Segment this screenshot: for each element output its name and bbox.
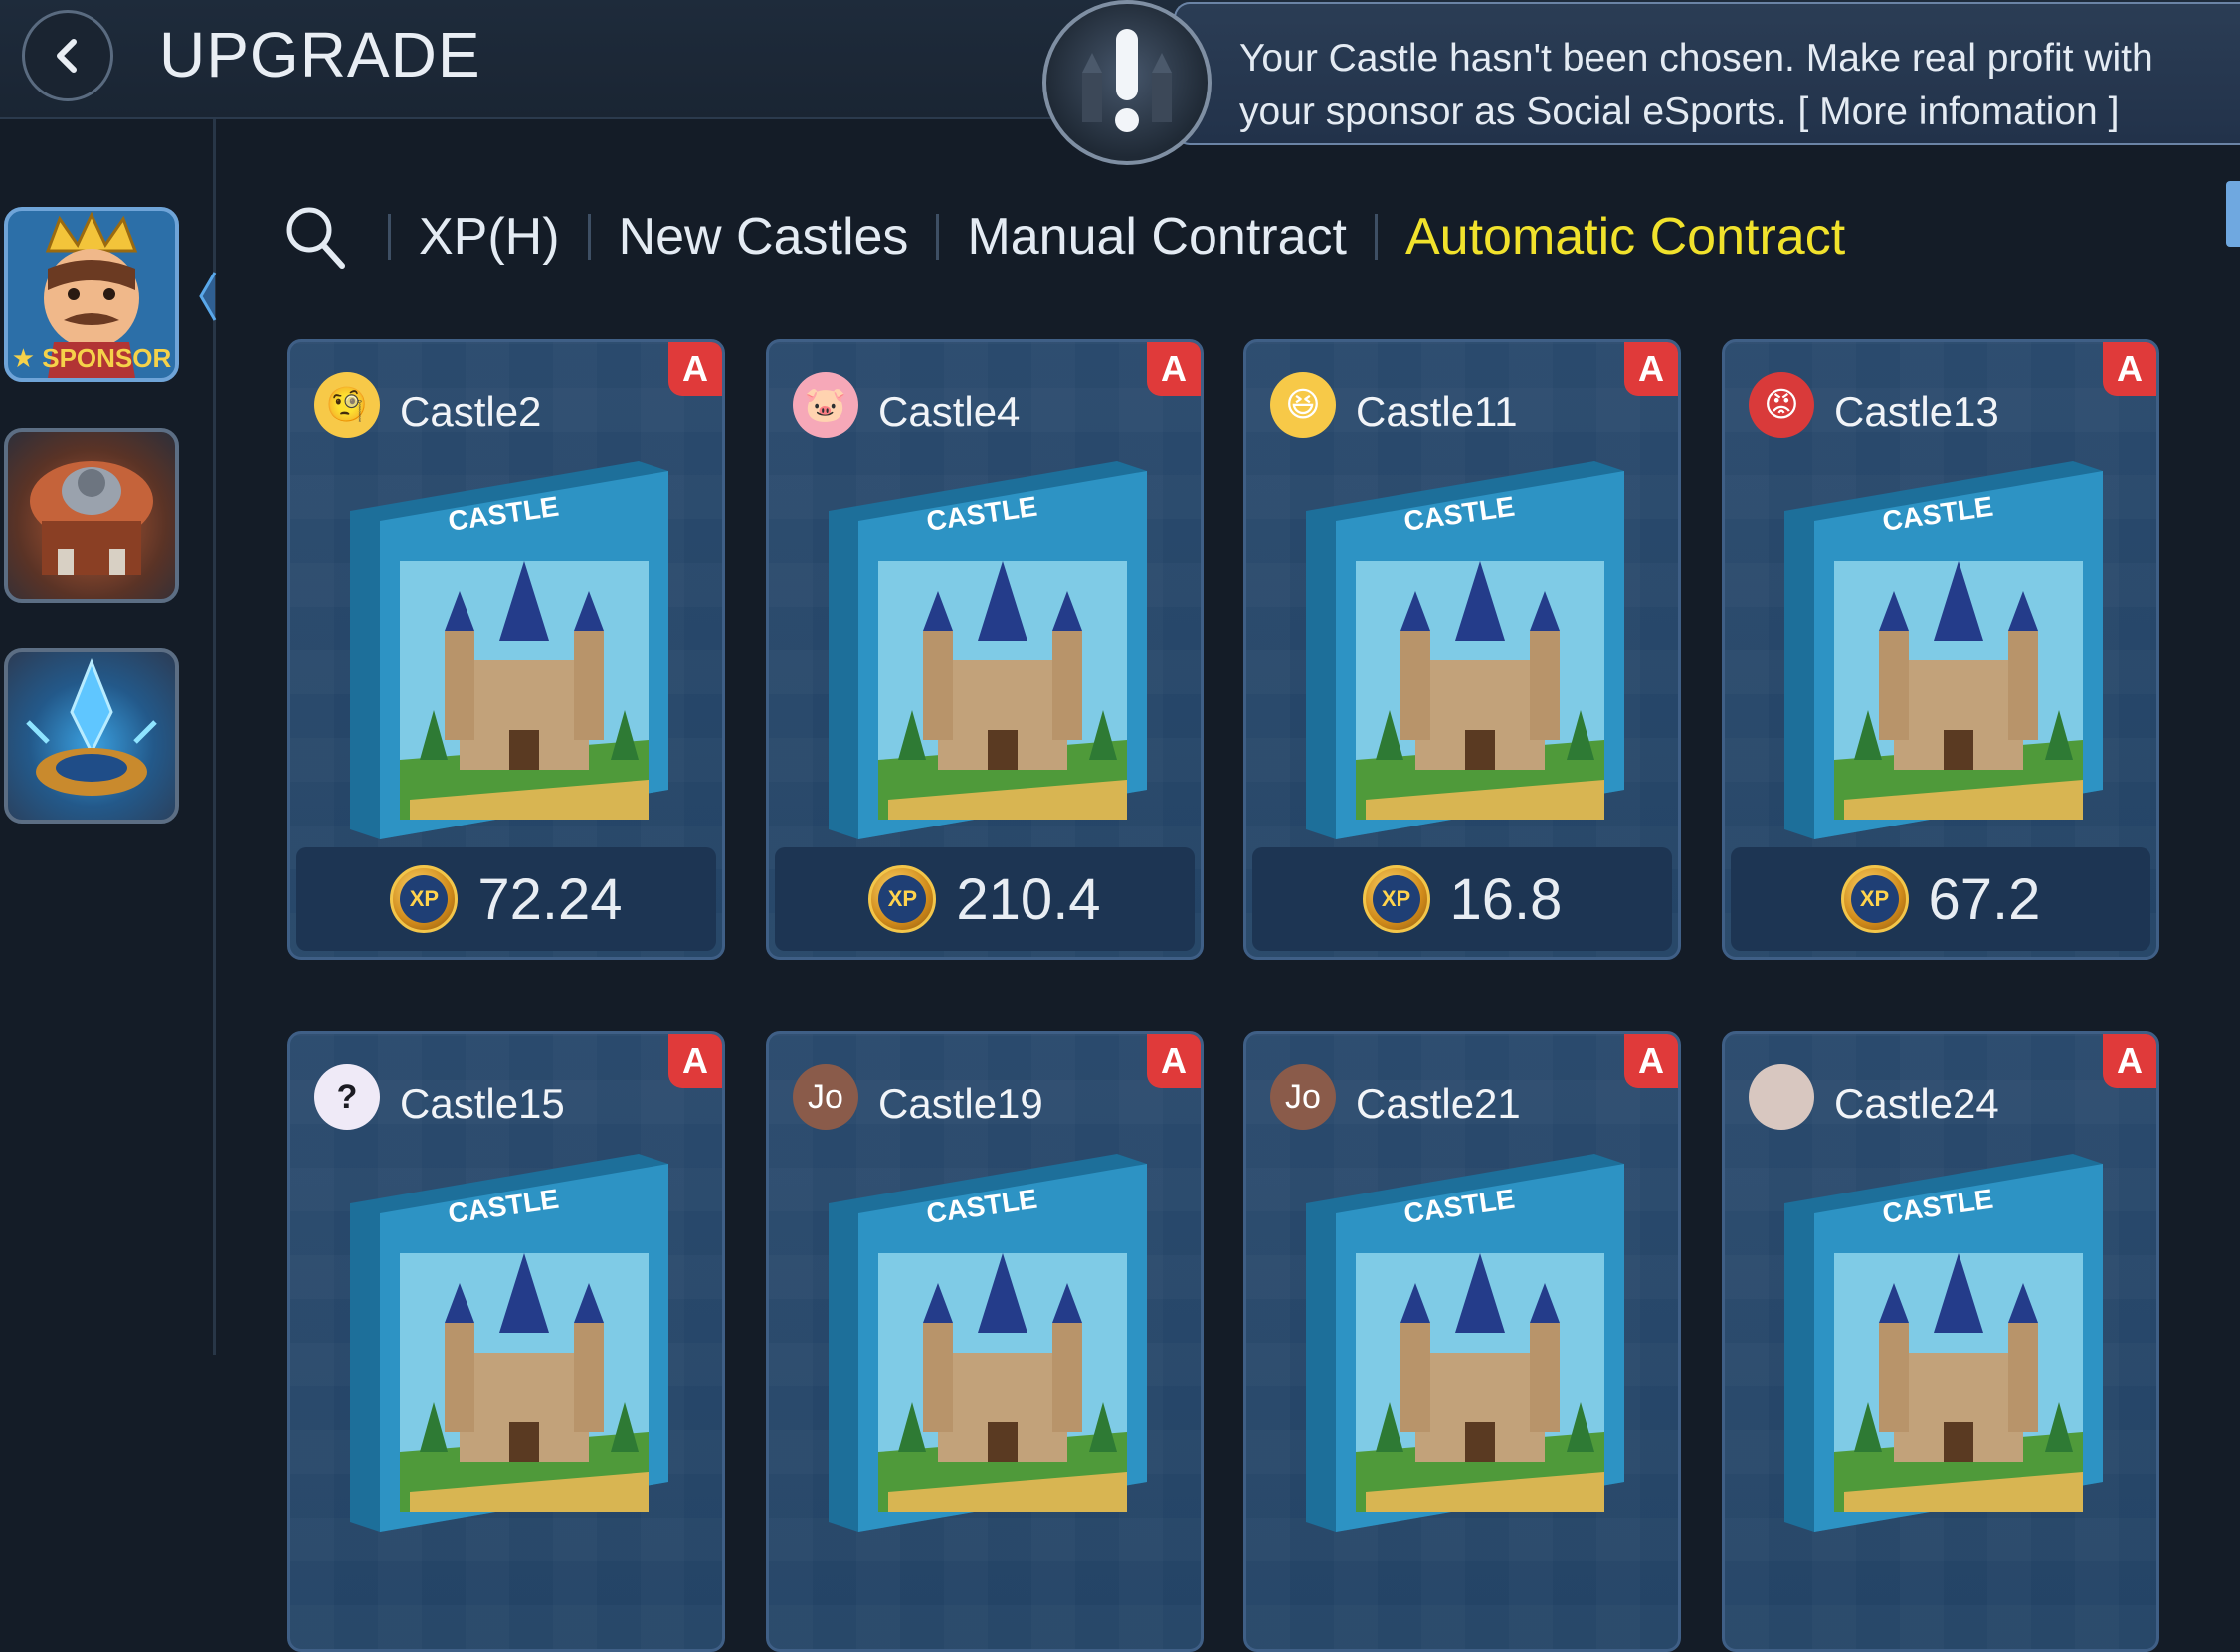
auto-contract-badge: A bbox=[2103, 1034, 2156, 1088]
scrollbar-thumb[interactable] bbox=[2226, 181, 2240, 247]
price-panel: XP 72.24 bbox=[296, 847, 716, 951]
castle-name: Castle4 bbox=[878, 388, 1021, 435]
owner-avatar: ? bbox=[314, 1064, 380, 1130]
price-panel: XP 16.8 bbox=[1252, 847, 1672, 951]
filter-separator bbox=[587, 214, 591, 260]
cannon-tower-icon bbox=[30, 461, 153, 575]
castle-name: Castle15 bbox=[400, 1080, 565, 1127]
sidebar-item-crystal[interactable] bbox=[4, 648, 179, 824]
filter-separator bbox=[1374, 214, 1378, 260]
price-panel: XP 67.2 bbox=[1731, 847, 2150, 951]
xp-coin-label: XP bbox=[1850, 875, 1899, 923]
auto-contract-badge: A bbox=[1624, 1034, 1678, 1088]
castle-box-art: CASTLE bbox=[350, 1154, 668, 1532]
castle-box-art: CASTLE bbox=[829, 1154, 1147, 1532]
castle-card[interactable]: 😆 Castle11 A CASTLE XP 16.8 bbox=[1243, 339, 1681, 960]
price-value: 72.24 bbox=[477, 866, 623, 932]
castle-card[interactable]: 🐷 Castle4 A CASTLE XP 210.4 bbox=[766, 339, 1204, 960]
page-title: UPGRADE bbox=[159, 19, 481, 91]
castle-card[interactable]: 😡 Castle13 A CASTLE XP 67.2 bbox=[1722, 339, 2159, 960]
castle-name: Castle11 bbox=[1356, 388, 1518, 435]
xp-coin-icon: XP bbox=[868, 865, 937, 933]
owner-avatar: 🧐 bbox=[314, 372, 380, 438]
castle-box-art: CASTLE bbox=[1784, 461, 2103, 839]
castle-box-art: CASTLE bbox=[1306, 461, 1624, 839]
crystal-tower-icon bbox=[26, 657, 157, 796]
castle-card[interactable]: ? Castle15 A CASTLE bbox=[287, 1031, 725, 1652]
auto-contract-badge: A bbox=[1147, 342, 1201, 396]
castle-card[interactable]: 🧐 Castle2 A CASTLE XP 72.24 bbox=[287, 339, 725, 960]
tab-manual-contract[interactable]: Manual Contract bbox=[967, 207, 1347, 267]
auto-contract-badge: A bbox=[668, 1034, 722, 1088]
castle-name: Castle2 bbox=[400, 388, 542, 435]
castle-name: Castle21 bbox=[1356, 1080, 1521, 1127]
auto-contract-badge: A bbox=[668, 342, 722, 396]
castle-card[interactable]: Jo Castle19 A CASTLE bbox=[766, 1031, 1204, 1652]
chevron-left-icon bbox=[57, 39, 77, 73]
castle-box-art: CASTLE bbox=[1784, 1154, 2103, 1532]
owner-avatar: 🐷 bbox=[793, 372, 858, 438]
castle-box-art: CASTLE bbox=[1306, 1154, 1624, 1532]
filter-separator bbox=[936, 214, 940, 260]
search-icon[interactable] bbox=[282, 202, 348, 272]
auto-contract-badge: A bbox=[1147, 1034, 1201, 1088]
price-value: 67.2 bbox=[1928, 866, 2041, 932]
xp-coin-label: XP bbox=[400, 875, 449, 923]
owner-avatar: Jo bbox=[1270, 1064, 1336, 1130]
xp-coin-icon: XP bbox=[1362, 865, 1430, 933]
sidebar-item-sponsor[interactable]: ★ SPONSOR bbox=[4, 207, 179, 382]
castle-name: Castle13 bbox=[1834, 388, 1999, 435]
xp-coin-icon: XP bbox=[1840, 865, 1909, 933]
tab-new-castles[interactable]: New Castles bbox=[619, 207, 909, 267]
castle-card[interactable]: Jo Castle21 A CASTLE bbox=[1243, 1031, 1681, 1652]
castle-box-art: CASTLE bbox=[350, 461, 668, 839]
tab-automatic-contract[interactable]: Automatic Contract bbox=[1405, 207, 1845, 267]
filter-bar: XP(H) New Castles Manual Contract Automa… bbox=[282, 195, 1845, 278]
owner-avatar: Jo bbox=[793, 1064, 858, 1130]
filter-separator bbox=[388, 214, 391, 260]
xp-coin-icon: XP bbox=[390, 865, 459, 933]
sidebar-item-tower[interactable] bbox=[4, 428, 179, 603]
auto-contract-badge: A bbox=[2103, 342, 2156, 396]
price-panel: XP 210.4 bbox=[775, 847, 1195, 951]
castle-name: Castle19 bbox=[878, 1080, 1043, 1127]
sidebar-collapse-icon[interactable] bbox=[197, 269, 217, 324]
price-value: 16.8 bbox=[1449, 866, 1563, 932]
castle-box-art: CASTLE bbox=[829, 461, 1147, 839]
xp-coin-label: XP bbox=[1372, 875, 1420, 923]
auto-contract-badge: A bbox=[1624, 342, 1678, 396]
notice-text: Your Castle hasn't been chosen. Make rea… bbox=[1239, 37, 2153, 133]
tab-xp-h[interactable]: XP(H) bbox=[419, 207, 560, 267]
owner-avatar bbox=[1749, 1064, 1814, 1130]
castle-card[interactable]: Castle24 A CASTLE bbox=[1722, 1031, 2159, 1652]
xp-coin-label: XP bbox=[878, 875, 927, 923]
owner-avatar: 😡 bbox=[1749, 372, 1814, 438]
notice-banner[interactable]: Your Castle hasn't been chosen. Make rea… bbox=[1174, 2, 2240, 145]
price-value: 210.4 bbox=[956, 866, 1101, 932]
back-button[interactable] bbox=[22, 10, 113, 101]
sponsor-label: ★ SPONSOR bbox=[11, 343, 172, 373]
castle-name: Castle24 bbox=[1834, 1080, 1999, 1127]
alert-castle-icon bbox=[1042, 0, 1212, 165]
owner-avatar: 😆 bbox=[1270, 372, 1336, 438]
